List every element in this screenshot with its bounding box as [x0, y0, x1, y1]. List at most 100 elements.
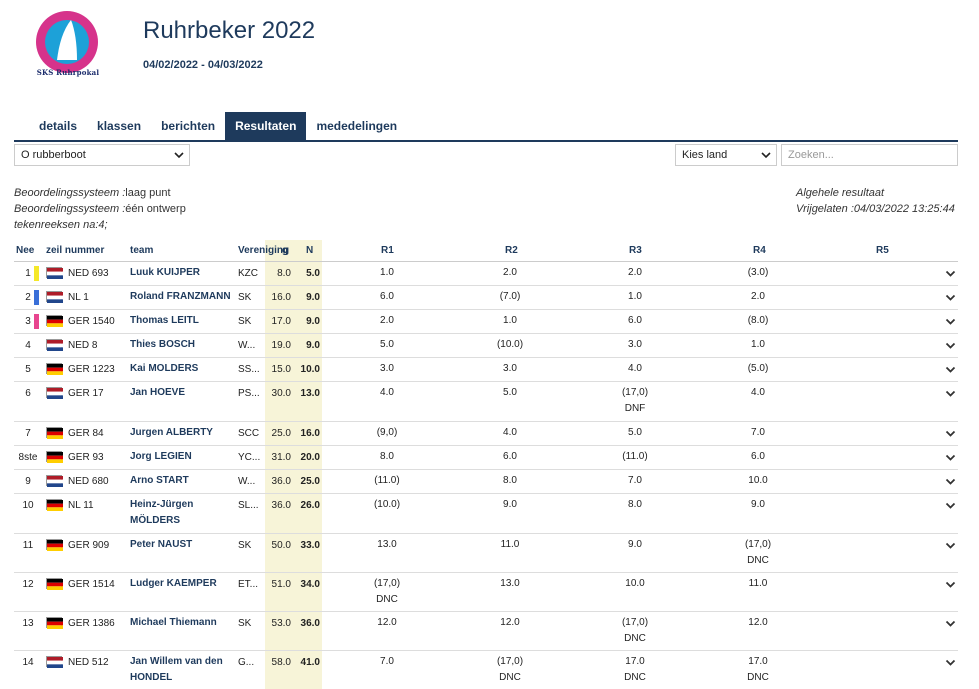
team-name-link[interactable]: Michael Thiemann [130, 615, 217, 631]
table-row[interactable]: 7 GER 84 Jurgen ALBERTY SCC 25.0 16.0 (9,0) 4.0… [14, 422, 958, 446]
tab-mededelingen[interactable]: mededelingen [306, 112, 407, 141]
table-row[interactable]: 11 GER 909 Peter NAUST SK 50.0 33.0 13.0 11.0 9.… [14, 534, 958, 573]
club-cell: SK [238, 292, 252, 303]
team-name-link[interactable]: Arno START [130, 473, 189, 489]
chevron-down-icon[interactable] [945, 657, 956, 668]
header-n[interactable]: N [306, 245, 313, 256]
team-name-link[interactable]: Jan Willem van den HONDEL [130, 654, 223, 686]
event-dates: 04/02/2022 - 04/03/2022 [143, 59, 263, 71]
scoring-value-2: één ontwerp [125, 203, 186, 215]
flag-icon [46, 363, 63, 375]
table-row[interactable]: 2 NL 1 Roland FRANZMANN SK 16.0 9.0 6.0 (7.0) 1.… [14, 286, 958, 310]
rank-cell: 12 [22, 579, 34, 590]
team-name-link[interactable]: Thomas LEITL [130, 313, 199, 329]
team-name-link[interactable]: Thies BOSCH [130, 337, 195, 353]
scoring-label-2: Beoordelingssysteem : [14, 203, 126, 215]
tab-berichten[interactable]: berichten [151, 112, 225, 141]
chevron-down-icon[interactable] [945, 500, 956, 511]
event-title: Ruhrbeker 2022 [143, 17, 316, 44]
country-select-value: Kies land [682, 149, 728, 161]
sail-number-cell: NED 680 [68, 476, 109, 487]
header-sail[interactable]: zeil nummer [46, 245, 104, 256]
team-name-link[interactable]: Luuk KUIJPER [130, 265, 200, 281]
table-row[interactable]: 6 GER 17 Jan HOEVE PS... 30.0 13.0 4.0 5.0 (17,0… [14, 382, 958, 422]
search-input[interactable]: Zoeken... [781, 144, 958, 166]
team-name-link[interactable]: Heinz-Jürgen MÖLDERS [130, 497, 193, 529]
tab-klassen[interactable]: klassen [87, 112, 151, 141]
header-r4[interactable]: R4 [753, 245, 766, 256]
race-score: 3.0 [380, 363, 394, 374]
table-row[interactable]: 9 NED 680 Arno START W... 36.0 25.0 (11.0) 8.0 7… [14, 470, 958, 494]
race-score: 6.0 [751, 451, 765, 462]
team-name-line: Ludger KAEMPER [130, 578, 217, 589]
race-score: 13.0 [500, 578, 520, 589]
chevron-down-icon[interactable] [945, 540, 956, 551]
race-score: 8.0 [380, 451, 394, 462]
gross-points-cell: 25.0 [271, 428, 291, 439]
race-score: 6.0 [503, 451, 517, 462]
r3-cell: 9.0 [605, 537, 665, 553]
chevron-down-icon[interactable] [945, 292, 956, 303]
header-team[interactable]: team [130, 245, 153, 256]
scoring-info: Beoordelingssysteem :laag punt Beoordeli… [14, 185, 186, 233]
flag-icon [46, 499, 63, 511]
country-select[interactable]: Kies land [675, 144, 777, 166]
header-r3[interactable]: R3 [629, 245, 642, 256]
header-r2[interactable]: R2 [505, 245, 518, 256]
race-score: 4.0 [380, 387, 394, 398]
header-r1[interactable]: R1 [381, 245, 394, 256]
r4-cell: 11.0 [728, 576, 788, 592]
table-row[interactable]: 8ste GER 93 Jorg LEGIEN YC... 31.0 20.0 8.0 6.0… [14, 446, 958, 470]
table-row[interactable]: 3 GER 1540 Thomas LEITL SK 17.0 9.0 2.0 1.0 6.0(… [14, 310, 958, 334]
team-name-line: Luuk KUIJPER [130, 267, 201, 278]
header-g[interactable]: g [282, 245, 288, 256]
chevron-down-icon[interactable] [945, 388, 956, 399]
r3-cell: 17.0 DNC [605, 654, 665, 686]
table-row[interactable]: 13 GER 1386 Michael Thiemann SK 53.0 36.0 12.0… [14, 612, 958, 651]
table-row[interactable]: 4 NED 8 Thies BOSCH W... 19.0 9.0 5.0 (10.0) 3.0… [14, 334, 958, 358]
tab-details[interactable]: details [14, 112, 87, 141]
r4-cell: 6.0 [728, 449, 788, 465]
team-name-link[interactable]: Jorg LEGIEN [130, 449, 192, 465]
flag-icon [46, 475, 63, 487]
chevron-down-icon[interactable] [945, 579, 956, 590]
tab-bar: details klassen berichten Resultaten med… [14, 112, 958, 142]
table-row[interactable]: 5 GER 1223 Kai MOLDERS SS... 15.0 10.0 3.0 3.0 4… [14, 358, 958, 382]
net-points-cell: 9.0 [306, 340, 320, 351]
class-select[interactable]: O rubberboot [14, 144, 190, 166]
team-name-line: Jorg LEGIEN [130, 451, 192, 462]
team-name-link[interactable]: Roland FRANZMANN [130, 289, 231, 305]
chevron-down-icon[interactable] [945, 428, 956, 439]
team-name-link[interactable]: Kai MOLDERS [130, 361, 198, 377]
chevron-down-icon[interactable] [945, 364, 956, 375]
rank-cell: 8ste [18, 452, 38, 463]
team-name-link[interactable]: Jurgen ALBERTY [130, 425, 213, 441]
team-name-link[interactable]: Jan HOEVE [130, 385, 185, 401]
chevron-down-icon[interactable] [945, 316, 956, 327]
chevron-down-icon[interactable] [945, 476, 956, 487]
table-row[interactable]: 1 NED 693 Luuk KUIJPER KZC 8.0 5.0 1.0 2.0 2.0 (3… [14, 262, 958, 286]
race-code: DNC [624, 672, 646, 683]
header-r5[interactable]: R5 [876, 245, 889, 256]
sail-number-cell: GER 1540 [68, 316, 115, 327]
header-rank[interactable]: Nee [16, 245, 34, 256]
chevron-down-icon[interactable] [945, 340, 956, 351]
race-code: DNC [747, 672, 769, 683]
flag-icon [46, 656, 63, 668]
r4-cell: 7.0 [728, 425, 788, 441]
rank-cell: 14 [22, 657, 34, 668]
chevron-down-icon[interactable] [945, 618, 956, 629]
r3-cell: (11.0) [605, 449, 665, 465]
tab-resultaten[interactable]: Resultaten [225, 112, 307, 141]
race-score: 4.0 [628, 363, 642, 374]
table-row[interactable]: 12 GER 1514 Ludger KAEMPER ET... 51.0 34.0 (17… [14, 573, 958, 612]
net-points-cell: 13.0 [300, 388, 320, 399]
team-name-link[interactable]: Ludger KAEMPER [130, 576, 217, 592]
table-row[interactable]: 10 NL 11 Heinz-Jürgen MÖLDERS SL... 36.0 26.0 (… [14, 494, 958, 534]
chevron-down-icon[interactable] [945, 452, 956, 463]
team-name-link[interactable]: Peter NAUST [130, 537, 192, 553]
table-row[interactable]: 14 NED 512 Jan Willem van den HONDEL G... 58.… [14, 651, 958, 689]
net-points-cell: 9.0 [306, 292, 320, 303]
chevron-down-icon[interactable] [945, 268, 956, 279]
race-score: (8.0) [747, 315, 769, 326]
